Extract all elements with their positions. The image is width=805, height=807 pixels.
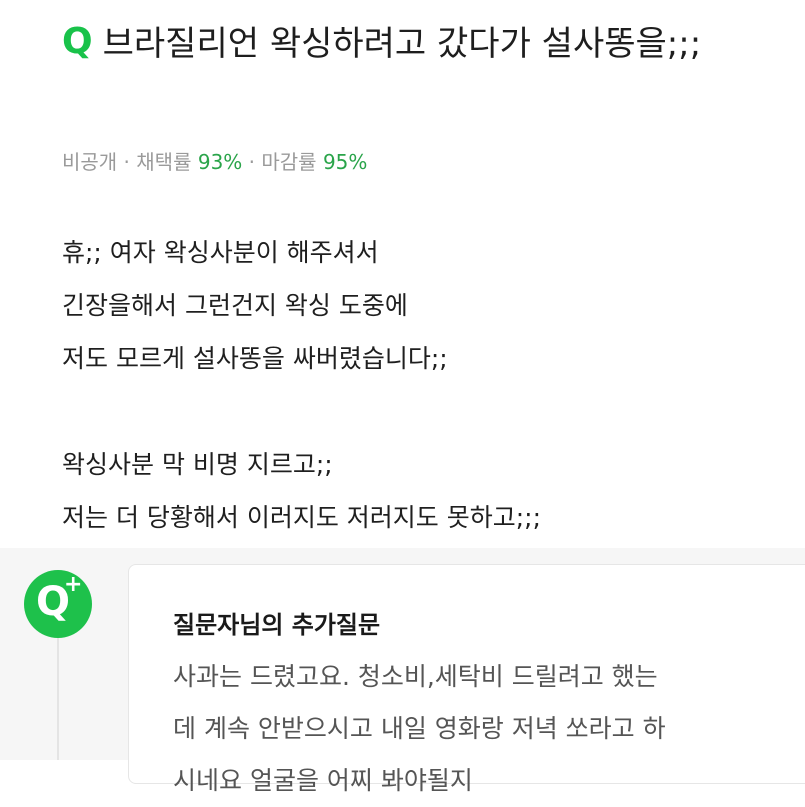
- meta-separator: ·: [242, 150, 262, 174]
- visibility-label: 비공개: [62, 150, 118, 174]
- body-line: 왁싱사분 막 비명 지르고;;: [62, 450, 333, 479]
- body-line: 저도 모르게 설사똥을 싸버렸습니다;;: [62, 344, 448, 373]
- additional-question-icon: Q +: [24, 570, 92, 638]
- plus-icon: +: [64, 572, 83, 597]
- additional-question-line: 사과는 드렸고요. 청소비,세탁비 드릴려고 했는: [173, 662, 658, 691]
- additional-question-line: 데 계속 안받으시고 내일 영화랑 저녁 쏘라고 하: [173, 714, 666, 743]
- additional-question-card: 질문자님의 추가질문 사과는 드렸고요. 청소비,세탁비 드릴려고 했는 데 계…: [128, 564, 805, 795]
- additional-question-heading: 질문자님의 추가질문: [173, 611, 381, 639]
- question-body: 휴;; 여자 왁싱사분이 해주셔서 긴장을해서 그런건지 왁싱 도중에 저도 모…: [62, 226, 782, 544]
- body-line: 휴;; 여자 왁싱사분이 해주셔서: [62, 238, 379, 267]
- question-header: Q 브라질리언 왁싱하려고 갔다가 설사똥을;;;: [62, 20, 782, 68]
- meta-separator: ·: [117, 150, 137, 174]
- body-line: 긴장을해서 그런건지 왁싱 도중에: [62, 291, 408, 320]
- thread-line: [57, 638, 59, 760]
- question-icon: Q: [62, 21, 93, 62]
- additional-question-line: 시네요 얼굴을 어찌 봐야될지: [173, 766, 473, 795]
- additional-question-text: 사과는 드렸고요. 청소비,세탁비 드릴려고 했는 데 계속 안받으시고 내일 …: [173, 651, 783, 807]
- question-title: 브라질리언 왁싱하려고 갔다가 설사똥을;;;: [102, 24, 702, 64]
- adoption-rate-label: 채택률: [136, 150, 192, 174]
- close-rate-value: 95%: [322, 150, 368, 174]
- adoption-rate-value: 93%: [197, 150, 243, 174]
- additional-question-section: Q + 질문자님의 추가질문 사과는 드렸고요. 청소비,세탁비 드릴려고 했는…: [0, 548, 805, 795]
- question-meta: 비공개 · 채택률 93% · 마감률 95%: [62, 148, 367, 176]
- body-blank-line: [62, 385, 782, 438]
- body-line: 저는 더 당황해서 이러지도 저러지도 못하고;;;: [62, 503, 542, 532]
- close-rate-label: 마감률: [261, 150, 317, 174]
